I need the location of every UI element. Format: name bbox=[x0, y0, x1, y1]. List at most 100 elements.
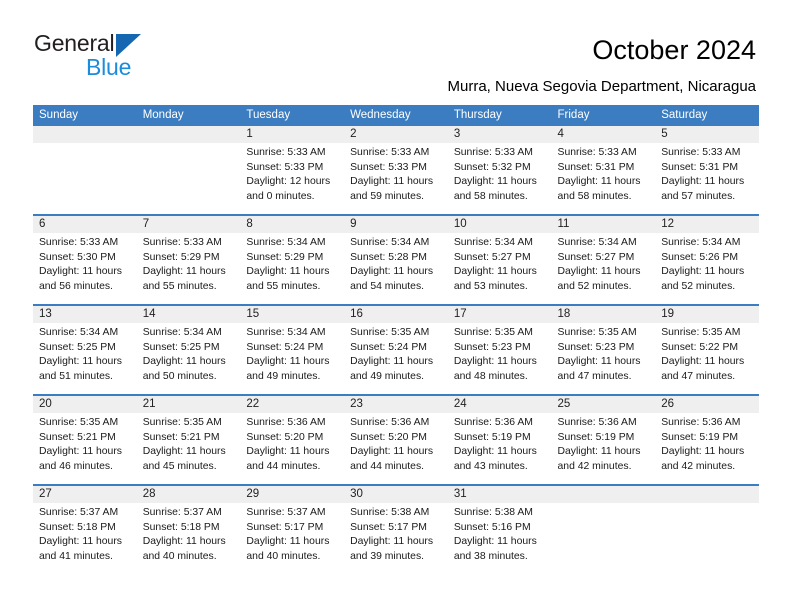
calendar-day-cell[interactable] bbox=[33, 126, 137, 215]
day-detail-line: Sunrise: 5:38 AM bbox=[350, 507, 430, 518]
calendar-day-cell[interactable]: 8 Sunrise: 5:34 AM Sunset: 5:29 PM Daylight… bbox=[240, 214, 345, 305]
calendar-day-cell[interactable]: 25 Sunrise: 5:36 AM Sunset: 5:19 PM Dayligh… bbox=[551, 394, 656, 485]
calendar-day-cell[interactable]: 1 Sunrise: 5:33 AM Sunset: 5:33 PM Daylight… bbox=[240, 126, 345, 215]
day-detail-line: Daylight: 11 hours bbox=[557, 266, 641, 278]
day-details: Sunrise: 5:34 AM Sunset: 5:25 PM Daylight:… bbox=[137, 323, 241, 384]
day-detail-line: and 43 minutes. bbox=[453, 460, 528, 472]
day-cell-content: 21 Sunrise: 5:35 AM Sunset: 5:21 PM Dayligh… bbox=[136, 396, 241, 484]
calendar-day-cell[interactable] bbox=[655, 484, 759, 574]
day-detail-line: and 49 minutes. bbox=[246, 370, 321, 382]
day-detail-line: Sunset: 5:31 PM bbox=[661, 161, 739, 173]
day-detail-line: Sunset: 5:18 PM bbox=[142, 521, 220, 533]
calendar-day-cell[interactable]: 14 Sunrise: 5:34 AM Sunset: 5:25 PM Dayligh… bbox=[136, 304, 241, 395]
calendar-day-cell[interactable]: 11 Sunrise: 5:34 AM Sunset: 5:27 PM Dayligh… bbox=[551, 214, 656, 305]
calendar-week-row: 13 Sunrise: 5:34 AM Sunset: 5:25 PM Dayligh… bbox=[33, 304, 759, 395]
day-detail-line: and 40 minutes. bbox=[142, 550, 217, 562]
day-cell-content: 22 Sunrise: 5:36 AM Sunset: 5:20 PM Dayligh… bbox=[240, 396, 345, 484]
calendar-day-cell[interactable]: 21 Sunrise: 5:35 AM Sunset: 5:21 PM Dayligh… bbox=[136, 394, 241, 485]
day-details: Sunrise: 5:34 AM Sunset: 5:25 PM Daylight:… bbox=[33, 323, 137, 384]
day-cell-content: 8 Sunrise: 5:34 AM Sunset: 5:29 PM Daylight… bbox=[240, 216, 345, 304]
day-number: 9 bbox=[344, 216, 448, 233]
calendar-day-cell[interactable]: 27 Sunrise: 5:37 AM Sunset: 5:18 PM Dayligh… bbox=[33, 484, 137, 574]
day-detail-line: Daylight: 11 hours bbox=[661, 266, 745, 278]
calendar-day-cell[interactable]: 9 Sunrise: 5:34 AM Sunset: 5:28 PM Daylight… bbox=[344, 214, 448, 305]
day-detail-line: Sunset: 5:19 PM bbox=[453, 431, 531, 443]
calendar-day-cell[interactable]: 19 Sunrise: 5:35 AM Sunset: 5:22 PM Dayligh… bbox=[655, 304, 759, 395]
calendar-day-cell[interactable]: 16 Sunrise: 5:35 AM Sunset: 5:24 PM Dayligh… bbox=[344, 304, 448, 395]
day-cell-empty bbox=[136, 126, 241, 214]
calendar-header-row: Sunday Monday Tuesday Wednesday Thursday… bbox=[33, 105, 759, 126]
day-detail-line: and 58 minutes. bbox=[453, 190, 528, 202]
calendar-day-cell[interactable]: 26 Sunrise: 5:36 AM Sunset: 5:19 PM Dayligh… bbox=[655, 394, 759, 485]
day-detail-line: Sunrise: 5:35 AM bbox=[557, 327, 637, 338]
day-detail-line: Sunset: 5:29 PM bbox=[246, 251, 324, 263]
day-cell-content: 20 Sunrise: 5:35 AM Sunset: 5:21 PM Dayligh… bbox=[33, 396, 137, 484]
day-detail-line: Sunrise: 5:34 AM bbox=[246, 327, 326, 338]
day-number: 17 bbox=[447, 306, 552, 323]
day-detail-line: Sunset: 5:16 PM bbox=[453, 521, 531, 533]
calendar-day-cell[interactable]: 31 Sunrise: 5:38 AM Sunset: 5:16 PM Dayligh… bbox=[447, 484, 552, 574]
day-detail-line: Sunset: 5:20 PM bbox=[350, 431, 427, 443]
day-number: 21 bbox=[136, 396, 241, 413]
day-number: 20 bbox=[33, 396, 137, 413]
day-details: Sunrise: 5:36 AM Sunset: 5:19 PM Daylight:… bbox=[552, 413, 656, 474]
calendar-day-cell[interactable]: 7 Sunrise: 5:33 AM Sunset: 5:29 PM Daylight… bbox=[136, 214, 241, 305]
day-cell-content: 6 Sunrise: 5:33 AM Sunset: 5:30 PM Daylight… bbox=[33, 216, 137, 304]
day-detail-line: Sunset: 5:24 PM bbox=[246, 341, 324, 353]
day-cell-content: 25 Sunrise: 5:36 AM Sunset: 5:19 PM Dayligh… bbox=[551, 396, 656, 484]
calendar-day-cell[interactable] bbox=[136, 126, 241, 215]
calendar-day-cell[interactable]: 24 Sunrise: 5:36 AM Sunset: 5:19 PM Dayligh… bbox=[447, 394, 552, 485]
day-detail-line: Sunset: 5:29 PM bbox=[142, 251, 220, 263]
calendar-day-cell[interactable]: 13 Sunrise: 5:34 AM Sunset: 5:25 PM Dayligh… bbox=[33, 304, 137, 395]
day-details: Sunrise: 5:34 AM Sunset: 5:24 PM Daylight:… bbox=[240, 323, 344, 384]
day-number: 11 bbox=[551, 216, 656, 233]
day-details: Sunrise: 5:35 AM Sunset: 5:24 PM Daylight:… bbox=[344, 323, 448, 384]
day-detail-line: Sunrise: 5:34 AM bbox=[453, 237, 533, 248]
day-details: Sunrise: 5:34 AM Sunset: 5:29 PM Daylight:… bbox=[240, 233, 344, 294]
day-number: 10 bbox=[447, 216, 552, 233]
day-detail-line: and 39 minutes. bbox=[350, 550, 425, 562]
day-cell-content: 4 Sunrise: 5:33 AM Sunset: 5:31 PM Daylight… bbox=[551, 126, 656, 214]
calendar-day-cell[interactable]: 20 Sunrise: 5:35 AM Sunset: 5:21 PM Dayligh… bbox=[33, 394, 137, 485]
logo-text-general: General bbox=[34, 30, 115, 56]
calendar-day-cell[interactable]: 22 Sunrise: 5:36 AM Sunset: 5:20 PM Dayligh… bbox=[240, 394, 345, 485]
day-details: Sunrise: 5:37 AM Sunset: 5:18 PM Daylight:… bbox=[33, 503, 137, 564]
day-detail-line: Daylight: 11 hours bbox=[350, 446, 434, 458]
day-detail-line: Sunset: 5:18 PM bbox=[39, 521, 116, 533]
day-details: Sunrise: 5:35 AM Sunset: 5:21 PM Daylight:… bbox=[137, 413, 241, 474]
calendar-day-cell[interactable]: 5 Sunrise: 5:33 AM Sunset: 5:31 PM Daylight… bbox=[655, 126, 759, 215]
day-detail-line: and 55 minutes. bbox=[142, 280, 217, 292]
calendar-day-cell[interactable]: 2 Sunrise: 5:33 AM Sunset: 5:33 PM Daylight… bbox=[344, 126, 448, 215]
calendar-day-cell[interactable] bbox=[551, 484, 656, 574]
day-detail-line: and 44 minutes. bbox=[246, 460, 321, 472]
day-detail-line: and 38 minutes. bbox=[453, 550, 528, 562]
day-details: Sunrise: 5:33 AM Sunset: 5:29 PM Daylight:… bbox=[137, 233, 241, 294]
day-detail-line: Sunset: 5:30 PM bbox=[39, 251, 116, 263]
day-details: Sunrise: 5:33 AM Sunset: 5:31 PM Daylight:… bbox=[655, 143, 759, 204]
day-detail-line: and 52 minutes. bbox=[557, 280, 632, 292]
calendar-day-cell[interactable]: 17 Sunrise: 5:35 AM Sunset: 5:23 PM Dayligh… bbox=[447, 304, 552, 395]
calendar-day-cell[interactable]: 29 Sunrise: 5:37 AM Sunset: 5:17 PM Dayligh… bbox=[240, 484, 345, 574]
day-number: 27 bbox=[33, 486, 137, 503]
calendar-day-cell[interactable]: 18 Sunrise: 5:35 AM Sunset: 5:23 PM Dayligh… bbox=[551, 304, 656, 395]
calendar-day-cell[interactable]: 28 Sunrise: 5:37 AM Sunset: 5:18 PM Dayligh… bbox=[136, 484, 241, 574]
weekday-header-friday: Friday bbox=[551, 105, 656, 126]
day-detail-line: and 48 minutes. bbox=[453, 370, 528, 382]
calendar-day-cell[interactable]: 4 Sunrise: 5:33 AM Sunset: 5:31 PM Daylight… bbox=[551, 126, 656, 215]
calendar-day-cell[interactable]: 30 Sunrise: 5:38 AM Sunset: 5:17 PM Dayligh… bbox=[344, 484, 448, 574]
day-details: Sunrise: 5:37 AM Sunset: 5:18 PM Daylight:… bbox=[137, 503, 241, 564]
day-detail-line: Daylight: 11 hours bbox=[453, 176, 537, 188]
calendar-day-cell[interactable]: 3 Sunrise: 5:33 AM Sunset: 5:32 PM Daylight… bbox=[447, 126, 552, 215]
calendar-day-cell[interactable]: 15 Sunrise: 5:34 AM Sunset: 5:24 PM Dayligh… bbox=[240, 304, 345, 395]
day-number: 28 bbox=[136, 486, 241, 503]
calendar-day-cell[interactable]: 6 Sunrise: 5:33 AM Sunset: 5:30 PM Daylight… bbox=[33, 214, 137, 305]
calendar-day-cell[interactable]: 10 Sunrise: 5:34 AM Sunset: 5:27 PM Dayligh… bbox=[447, 214, 552, 305]
day-detail-line: Sunset: 5:19 PM bbox=[557, 431, 635, 443]
calendar-day-cell[interactable]: 12 Sunrise: 5:34 AM Sunset: 5:26 PM Dayligh… bbox=[655, 214, 759, 305]
day-number: 12 bbox=[655, 216, 759, 233]
day-number: 2 bbox=[344, 126, 448, 143]
calendar-day-cell[interactable]: 23 Sunrise: 5:36 AM Sunset: 5:20 PM Dayligh… bbox=[344, 394, 448, 485]
day-detail-line: Daylight: 11 hours bbox=[661, 176, 745, 188]
day-detail-line: and 40 minutes. bbox=[246, 550, 321, 562]
calendar-week-row: 27 Sunrise: 5:37 AM Sunset: 5:18 PM Dayligh… bbox=[33, 484, 759, 574]
